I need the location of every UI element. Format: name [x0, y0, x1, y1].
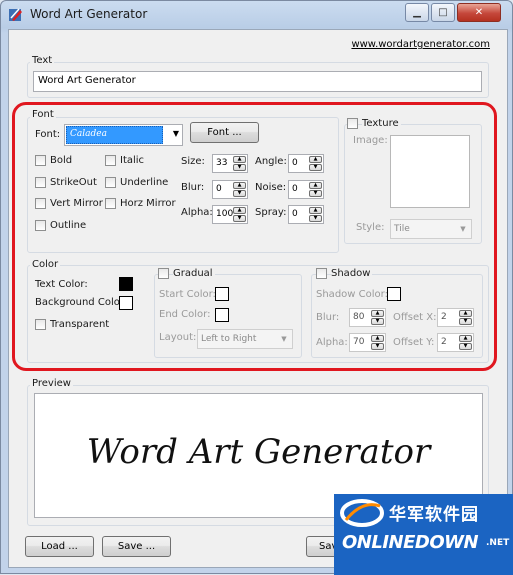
- close-button[interactable]: ✕: [457, 3, 501, 22]
- maximize-icon: □: [438, 7, 448, 18]
- text-group-label: Text: [30, 55, 55, 66]
- app-window: Word Art Generator ▁ □ ✕ www.wordartgene…: [0, 0, 513, 575]
- load-button[interactable]: Load ...: [25, 536, 94, 557]
- title-bar: Word Art Generator ▁ □ ✕: [1, 1, 512, 29]
- minimize-icon: ▁: [413, 7, 421, 18]
- close-icon: ✕: [474, 7, 484, 18]
- app-icon: [9, 8, 22, 21]
- text-input[interactable]: Word Art Generator: [33, 71, 482, 92]
- minimize-button[interactable]: ▁: [405, 3, 429, 22]
- highlight-outline: [12, 102, 497, 371]
- preview-group-label: Preview: [30, 378, 73, 389]
- watermark-cn: 华军软件园: [389, 505, 479, 525]
- website-link[interactable]: www.wordartgenerator.com: [351, 39, 490, 50]
- watermark-suffix: .NET: [486, 538, 510, 548]
- save-button[interactable]: Save ...: [102, 536, 171, 557]
- maximize-button[interactable]: □: [431, 3, 455, 22]
- onlinedown-logo-icon: [340, 499, 384, 527]
- watermark-en: ONLINEDOWN: [342, 532, 479, 553]
- window-title: Word Art Generator: [30, 7, 148, 21]
- preview-text: Word Art Generator: [86, 432, 431, 472]
- watermark: 华军软件园 ONLINEDOWN .NET: [334, 494, 513, 575]
